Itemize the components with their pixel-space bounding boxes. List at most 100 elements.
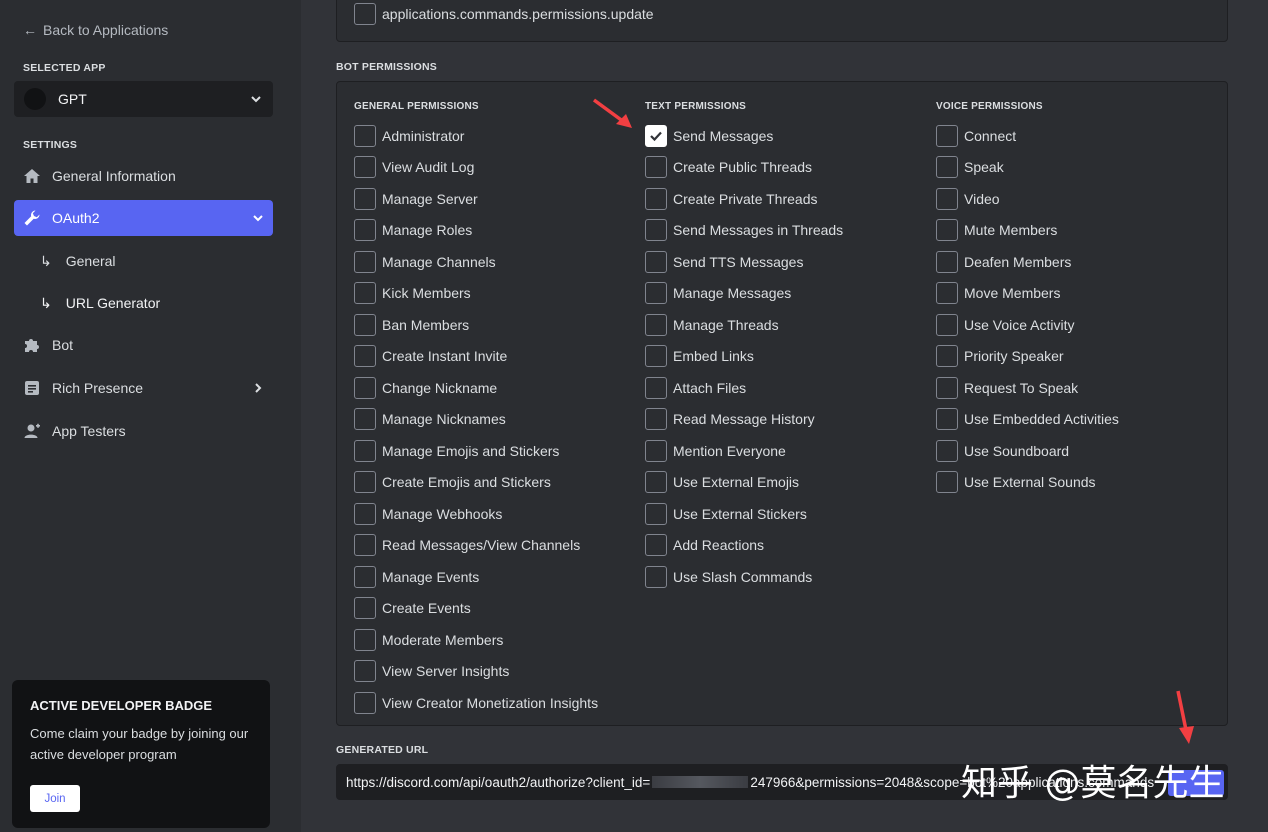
permission-row[interactable]: Manage Server [354,183,598,215]
permission-checkbox[interactable] [354,565,376,588]
nav-rich-presence[interactable]: Rich Presence [14,370,273,406]
permission-checkbox[interactable] [936,439,958,462]
permission-row[interactable]: Administrator [354,120,598,152]
permission-checkbox[interactable] [645,219,667,242]
permission-row[interactable]: Send Messages in Threads [645,215,843,247]
permission-row[interactable]: View Server Insights [354,656,598,688]
permission-checkbox[interactable] [645,408,667,431]
permission-row[interactable]: Moderate Members [354,624,598,656]
permission-row[interactable]: Use External Sounds [936,467,1119,499]
permission-row[interactable]: View Creator Monetization Insights [354,687,598,719]
permission-checkbox[interactable] [645,471,667,494]
permission-row[interactable]: Connect [936,120,1119,152]
permission-checkbox[interactable] [645,376,667,399]
permission-checkbox[interactable] [645,250,667,273]
permission-row[interactable]: Read Message History [645,404,843,436]
permission-row[interactable]: Priority Speaker [936,341,1119,373]
permission-row[interactable]: Move Members [936,278,1119,310]
permission-checkbox[interactable] [645,565,667,588]
permission-checkbox-checked[interactable] [645,124,667,147]
permission-row[interactable]: Create Emojis and Stickers [354,467,598,499]
permission-row[interactable]: Send TTS Messages [645,246,843,278]
permission-checkbox[interactable] [645,345,667,368]
permission-row[interactable]: Add Reactions [645,530,843,562]
permission-checkbox[interactable] [936,156,958,179]
permission-checkbox[interactable] [936,408,958,431]
permission-row[interactable]: Create Events [354,593,598,625]
permission-row[interactable]: Use Slash Commands [645,561,843,593]
permission-checkbox[interactable] [354,219,376,242]
permission-row[interactable]: Use External Emojis [645,467,843,499]
back-to-applications-link[interactable]: ← Back to Applications [23,22,168,38]
join-button[interactable]: Join [30,785,80,812]
permission-checkbox[interactable] [354,124,376,147]
permission-checkbox[interactable] [645,313,667,336]
permission-row[interactable]: Create Private Threads [645,183,843,215]
permission-row[interactable]: Read Messages/View Channels [354,530,598,562]
permission-row[interactable]: Kick Members [354,278,598,310]
permission-checkbox[interactable] [645,439,667,462]
permission-row[interactable]: Ban Members [354,309,598,341]
permission-row[interactable]: Send Messages [645,120,843,152]
permission-checkbox[interactable] [645,187,667,210]
permission-row[interactable]: Manage Messages [645,278,843,310]
permission-checkbox[interactable] [354,471,376,494]
permission-checkbox[interactable] [936,345,958,368]
permission-checkbox[interactable] [354,187,376,210]
permission-row[interactable]: Manage Emojis and Stickers [354,435,598,467]
permission-checkbox[interactable] [354,534,376,557]
permission-row[interactable]: Mute Members [936,215,1119,247]
permission-checkbox[interactable] [936,282,958,305]
nav-url-generator[interactable]: ↳ URL Generator [40,291,160,315]
nav-bot[interactable]: Bot [14,327,273,363]
permission-checkbox[interactable] [645,282,667,305]
permission-row[interactable]: Use Soundboard [936,435,1119,467]
permission-row[interactable]: Change Nickname [354,372,598,404]
permission-row[interactable]: Use Embedded Activities [936,404,1119,436]
permission-row[interactable]: Manage Events [354,561,598,593]
permission-checkbox[interactable] [936,471,958,494]
permission-row[interactable]: Manage Channels [354,246,598,278]
app-selector[interactable]: GPT [14,81,273,117]
permission-row[interactable]: Speak [936,152,1119,184]
permission-checkbox[interactable] [936,187,958,210]
permission-checkbox[interactable] [354,691,376,714]
nav-general-information[interactable]: General Information [14,158,273,194]
permission-checkbox[interactable] [936,376,958,399]
permission-row[interactable]: Create Instant Invite [354,341,598,373]
permission-checkbox[interactable] [354,313,376,336]
permission-row[interactable]: Manage Threads [645,309,843,341]
permission-checkbox[interactable] [936,124,958,147]
permission-checkbox[interactable] [936,219,958,242]
nav-app-testers[interactable]: App Testers [14,413,273,449]
permission-row[interactable]: Attach Files [645,372,843,404]
permission-checkbox[interactable] [936,313,958,336]
permission-checkbox[interactable] [354,282,376,305]
permission-checkbox[interactable] [645,156,667,179]
permission-checkbox[interactable] [354,408,376,431]
permission-row[interactable]: Manage Roles [354,215,598,247]
permission-checkbox[interactable] [354,345,376,368]
scope-row[interactable]: applications.commands.permissions.update [354,3,654,25]
permission-checkbox[interactable] [354,502,376,525]
permission-row[interactable]: Manage Webhooks [354,498,598,530]
permission-row[interactable]: Request To Speak [936,372,1119,404]
permission-row[interactable]: Use External Stickers [645,498,843,530]
permission-row[interactable]: Video [936,183,1119,215]
permission-row[interactable]: Mention Everyone [645,435,843,467]
permission-row[interactable]: Create Public Threads [645,152,843,184]
permission-checkbox[interactable] [354,628,376,651]
permission-row[interactable]: Use Voice Activity [936,309,1119,341]
permission-checkbox[interactable] [645,534,667,557]
permission-checkbox[interactable] [354,660,376,683]
permission-checkbox[interactable] [354,376,376,399]
nav-oauth2-general[interactable]: ↳ General [40,249,116,273]
permission-row[interactable]: Manage Nicknames [354,404,598,436]
permission-checkbox[interactable] [354,439,376,462]
permission-checkbox[interactable] [354,597,376,620]
permission-checkbox[interactable] [354,250,376,273]
nav-oauth2[interactable]: OAuth2 [14,200,273,236]
permission-row[interactable]: Deafen Members [936,246,1119,278]
scope-checkbox[interactable] [354,3,376,25]
permission-row[interactable]: View Audit Log [354,152,598,184]
